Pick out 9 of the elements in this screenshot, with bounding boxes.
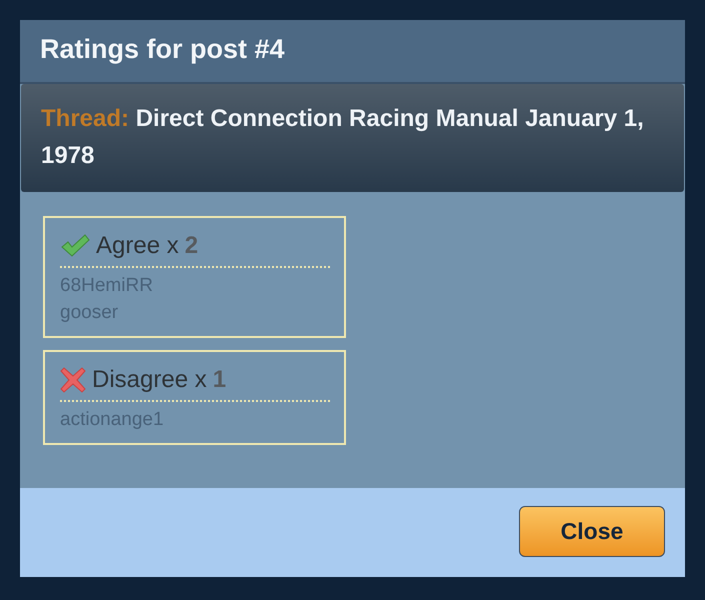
- rating-count: 2: [184, 232, 198, 260]
- rating-label: Agree x: [96, 232, 179, 260]
- rating-count: 1: [212, 366, 226, 394]
- check-icon: [60, 234, 90, 258]
- rating-label: Disagree x: [92, 366, 207, 394]
- dialog-title: Ratings for post #4: [20, 20, 685, 84]
- close-button[interactable]: Close: [519, 506, 665, 557]
- thread-header: Thread: Direct Connection Racing Manual January 1, 1978: [21, 84, 684, 192]
- cross-icon: [60, 367, 86, 393]
